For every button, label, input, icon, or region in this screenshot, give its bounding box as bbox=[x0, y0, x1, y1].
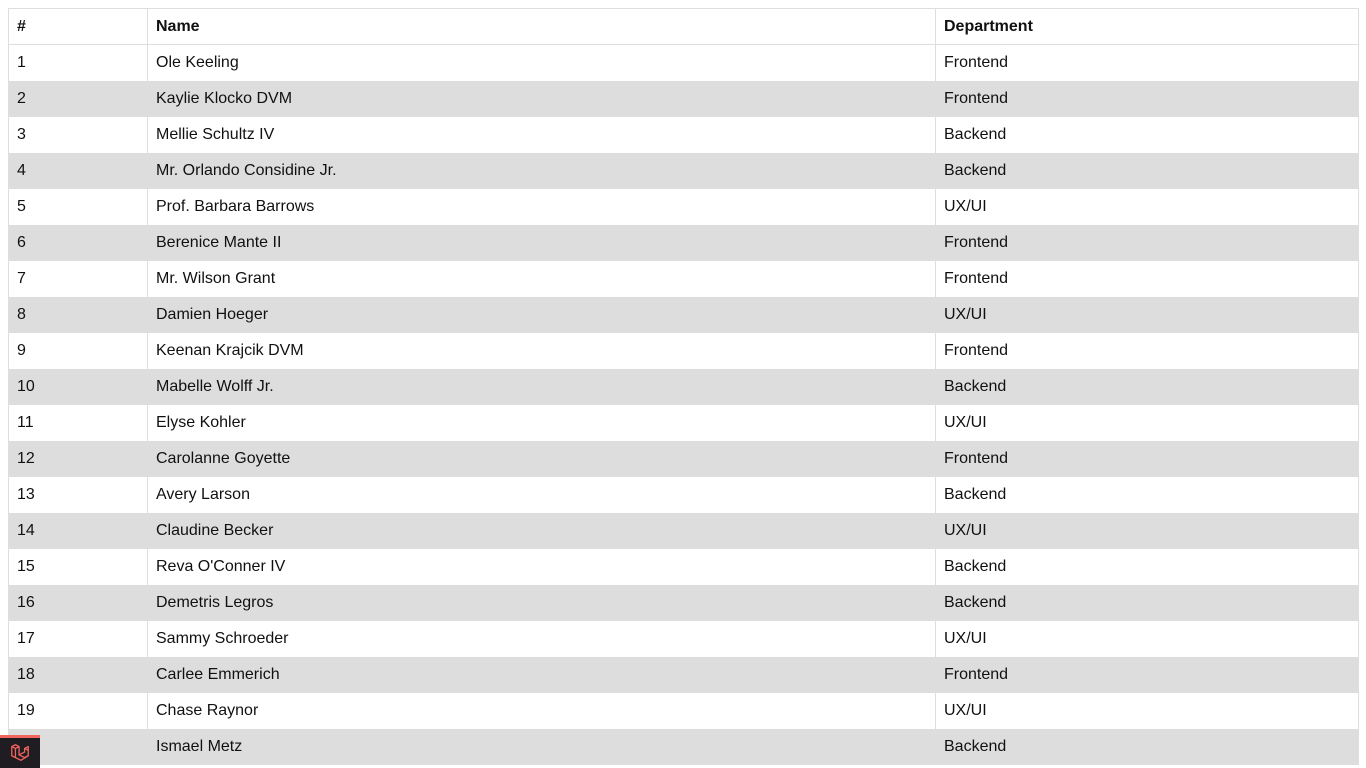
cell-department: Frontend bbox=[935, 656, 1359, 693]
cell-department: Backend bbox=[935, 116, 1359, 153]
table-row: 1 Ole Keeling Frontend bbox=[8, 44, 1359, 81]
cell-number: 10 bbox=[8, 368, 148, 405]
cell-number: 13 bbox=[8, 476, 148, 513]
table-row: 17 Sammy Schroeder UX/UI bbox=[8, 620, 1359, 657]
cell-number: 14 bbox=[8, 512, 148, 549]
table-row: 15 Reva O'Conner IV Backend bbox=[8, 548, 1359, 585]
cell-name: Demetris Legros bbox=[147, 584, 936, 621]
cell-department: Backend bbox=[935, 584, 1359, 621]
cell-number: 9 bbox=[8, 332, 148, 369]
cell-name: Sammy Schroeder bbox=[147, 620, 936, 657]
cell-number: 18 bbox=[8, 656, 148, 693]
column-header-department: Department bbox=[935, 8, 1359, 45]
cell-name: Reva O'Conner IV bbox=[147, 548, 936, 585]
table-row: 7 Mr. Wilson Grant Frontend bbox=[8, 260, 1359, 297]
table-body: 1 Ole Keeling Frontend 2 Kaylie Klocko DVM Fr… bbox=[8, 44, 1359, 765]
table-row: 11 Elyse Kohler UX/UI bbox=[8, 404, 1359, 441]
cell-name: Claudine Becker bbox=[147, 512, 936, 549]
cell-number: 4 bbox=[8, 152, 148, 189]
cell-department: UX/UI bbox=[935, 296, 1359, 333]
cell-department: Frontend bbox=[935, 44, 1359, 81]
cell-name: Keenan Krajcik DVM bbox=[147, 332, 936, 369]
cell-number: 19 bbox=[8, 692, 148, 729]
cell-name: Kaylie Klocko DVM bbox=[147, 80, 936, 117]
cell-name: Damien Hoeger bbox=[147, 296, 936, 333]
cell-department: UX/UI bbox=[935, 692, 1359, 729]
cell-number: 16 bbox=[8, 584, 148, 621]
table-row: 16 Demetris Legros Backend bbox=[8, 584, 1359, 621]
cell-name: Avery Larson bbox=[147, 476, 936, 513]
cell-name: Mellie Schultz IV bbox=[147, 116, 936, 153]
cell-name: Ismael Metz bbox=[147, 728, 936, 765]
table-row: 8 Damien Hoeger UX/UI bbox=[8, 296, 1359, 333]
cell-number: 11 bbox=[8, 404, 148, 441]
table-row: 19 Chase Raynor UX/UI bbox=[8, 692, 1359, 729]
cell-number: 15 bbox=[8, 548, 148, 585]
cell-department: Frontend bbox=[935, 80, 1359, 117]
cell-number: 12 bbox=[8, 440, 148, 477]
column-header-number: # bbox=[8, 8, 148, 45]
table-row: 3 Mellie Schultz IV Backend bbox=[8, 116, 1359, 153]
table-row: 14 Claudine Becker UX/UI bbox=[8, 512, 1359, 549]
column-header-name: Name bbox=[147, 8, 936, 45]
cell-number: 1 bbox=[8, 44, 148, 81]
cell-number: 3 bbox=[8, 116, 148, 153]
cell-department: Backend bbox=[935, 152, 1359, 189]
table-row: Ismael Metz Backend bbox=[8, 728, 1359, 765]
cell-department: Frontend bbox=[935, 440, 1359, 477]
cell-department: Backend bbox=[935, 728, 1359, 765]
table-row: 13 Avery Larson Backend bbox=[8, 476, 1359, 513]
cell-number: 8 bbox=[8, 296, 148, 333]
table-row: 18 Carlee Emmerich Frontend bbox=[8, 656, 1359, 693]
cell-department: Backend bbox=[935, 548, 1359, 585]
cell-number: 5 bbox=[8, 188, 148, 225]
cell-department: Frontend bbox=[935, 332, 1359, 369]
cell-name: Carlee Emmerich bbox=[147, 656, 936, 693]
cell-department: Frontend bbox=[935, 224, 1359, 261]
cell-department: Backend bbox=[935, 368, 1359, 405]
cell-name: Berenice Mante II bbox=[147, 224, 936, 261]
cell-name: Prof. Barbara Barrows bbox=[147, 188, 936, 225]
cell-name: Chase Raynor bbox=[147, 692, 936, 729]
cell-name: Carolanne Goyette bbox=[147, 440, 936, 477]
cell-number: 6 bbox=[8, 224, 148, 261]
table-row: 12 Carolanne Goyette Frontend bbox=[8, 440, 1359, 477]
employees-table-container: # Name Department 1 Ole Keeling Frontend 2 K… bbox=[8, 8, 1359, 765]
table-row: 5 Prof. Barbara Barrows UX/UI bbox=[8, 188, 1359, 225]
cell-name: Mr. Orlando Considine Jr. bbox=[147, 152, 936, 189]
cell-name: Mr. Wilson Grant bbox=[147, 260, 936, 297]
table-row: 9 Keenan Krajcik DVM Frontend bbox=[8, 332, 1359, 369]
table-row: 10 Mabelle Wolff Jr. Backend bbox=[8, 368, 1359, 405]
cell-number: 7 bbox=[8, 260, 148, 297]
table-row: 4 Mr. Orlando Considine Jr. Backend bbox=[8, 152, 1359, 189]
cell-department: UX/UI bbox=[935, 620, 1359, 657]
cell-department: UX/UI bbox=[935, 404, 1359, 441]
laravel-logo-icon bbox=[11, 744, 29, 761]
table-header: # Name Department bbox=[8, 8, 1359, 45]
table-row: 2 Kaylie Klocko DVM Frontend bbox=[8, 80, 1359, 117]
cell-department: UX/UI bbox=[935, 512, 1359, 549]
debugbar-toggle-button[interactable] bbox=[0, 735, 40, 768]
employees-table: # Name Department 1 Ole Keeling Frontend 2 K… bbox=[8, 8, 1359, 765]
cell-name: Mabelle Wolff Jr. bbox=[147, 368, 936, 405]
cell-name: Elyse Kohler bbox=[147, 404, 936, 441]
cell-department: UX/UI bbox=[935, 188, 1359, 225]
cell-name: Ole Keeling bbox=[147, 44, 936, 81]
cell-number: 2 bbox=[8, 80, 148, 117]
table-header-row: # Name Department bbox=[8, 8, 1359, 45]
table-row: 6 Berenice Mante II Frontend bbox=[8, 224, 1359, 261]
cell-department: Frontend bbox=[935, 260, 1359, 297]
cell-department: Backend bbox=[935, 476, 1359, 513]
cell-number: 17 bbox=[8, 620, 148, 657]
